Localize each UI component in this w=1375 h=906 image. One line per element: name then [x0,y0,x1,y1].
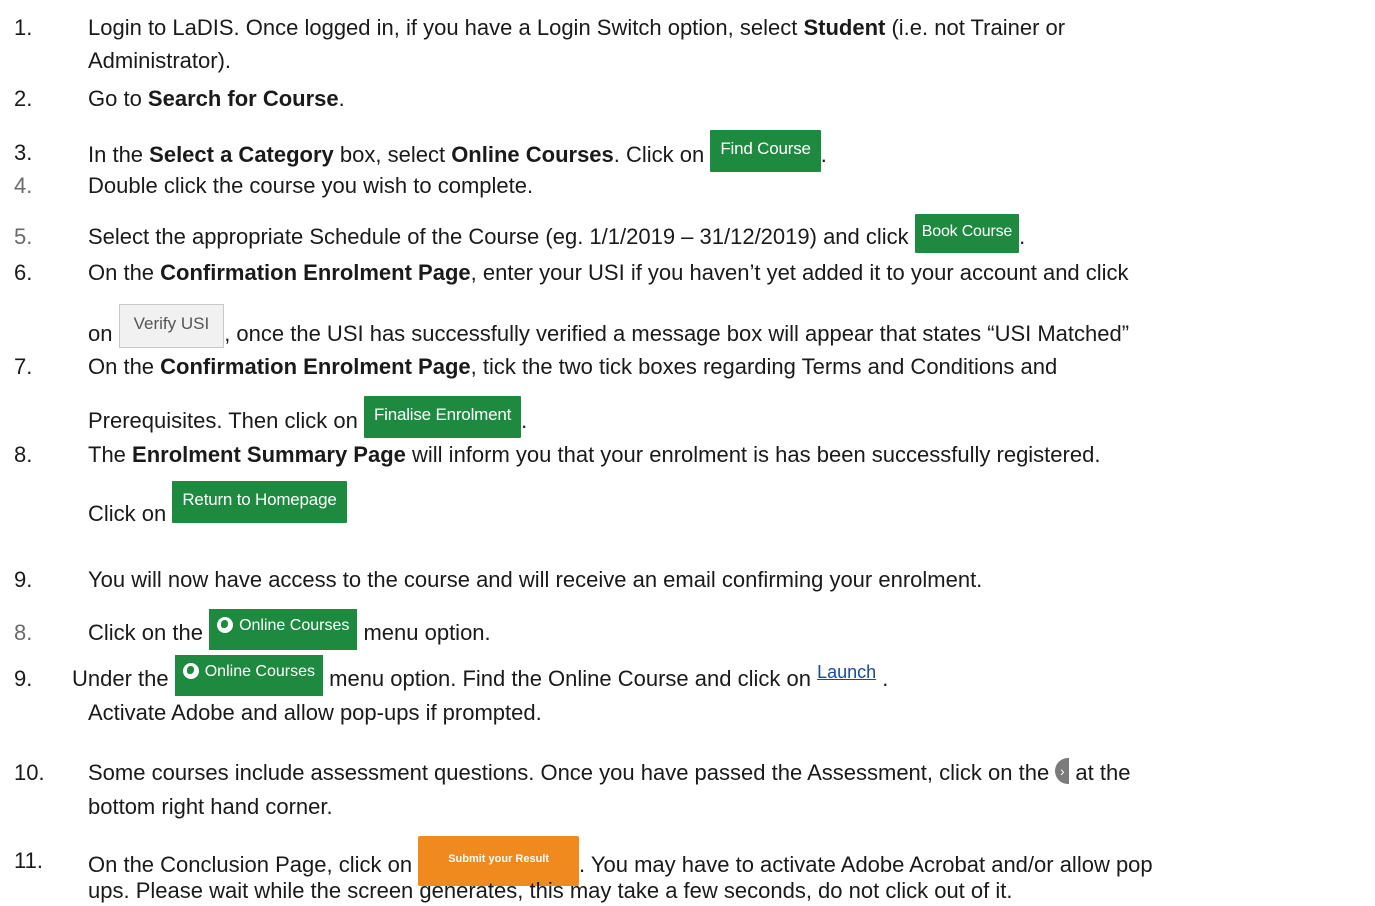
step-text: Some courses include assessment question… [88,758,1131,785]
step-number: 2. [14,86,33,111]
step-text: Select the appropriate Schedule of the C… [88,214,1025,261]
globe-icon [182,663,199,679]
launch-link[interactable]: Launch [817,662,876,682]
step-number: 8. [14,442,33,467]
step-number: 8. [14,620,33,645]
verify-usi-button[interactable]: Verify USI [118,304,225,348]
instruction-page: 1. Login to LaDIS. Once logged in, if yo… [0,0,1375,906]
book-course-button[interactable]: Book Course [914,214,1020,253]
step-text: Administrator). [88,48,232,73]
step-text: Click on Return to Homepage [88,481,347,539]
step-text: Login to LaDIS. Once logged in, if you h… [88,15,1066,40]
step-text: On the Confirmation Enrolment Page, tick… [88,354,1058,379]
chevron-right-icon[interactable]: › [1055,758,1070,784]
step-number: 6. [14,260,33,285]
step-text: Click on the Online Courses menu option. [88,609,491,660]
step-text: ups. Please wait while the screen genera… [88,878,1013,903]
step-text: bottom right hand corner. [88,794,333,819]
step-number: 11. [14,848,43,873]
step-number: 1. [14,15,33,40]
step-text: On the Confirmation Enrolment Page, ente… [88,260,1129,285]
step-number: 9. [14,666,33,691]
step-number: 4. [14,173,33,198]
step-number: 7. [14,354,33,379]
return-to-homepage-button[interactable]: Return to Homepage [172,481,347,523]
step-number: 3. [14,140,33,165]
step-text: Activate Adobe and allow pop-ups if prom… [88,700,542,725]
step-number: 10. [14,760,45,785]
online-courses-menu-button[interactable]: Online Courses [209,609,358,650]
step-text: You will now have access to the course a… [88,567,983,592]
step-text: The Enrolment Summary Page will inform y… [88,442,1101,467]
step-number: 9. [14,567,33,592]
online-courses-menu-button[interactable]: Online Courses [174,655,324,696]
finalise-enrolment-button[interactable]: Finalise Enrolment [363,396,522,438]
step-text: Go to Search for Course. [88,86,345,111]
find-course-button[interactable]: Find Course [710,130,821,172]
step-text: Double click the course you wish to comp… [88,173,534,198]
globe-icon [217,617,234,633]
step-number: 5. [14,224,33,249]
